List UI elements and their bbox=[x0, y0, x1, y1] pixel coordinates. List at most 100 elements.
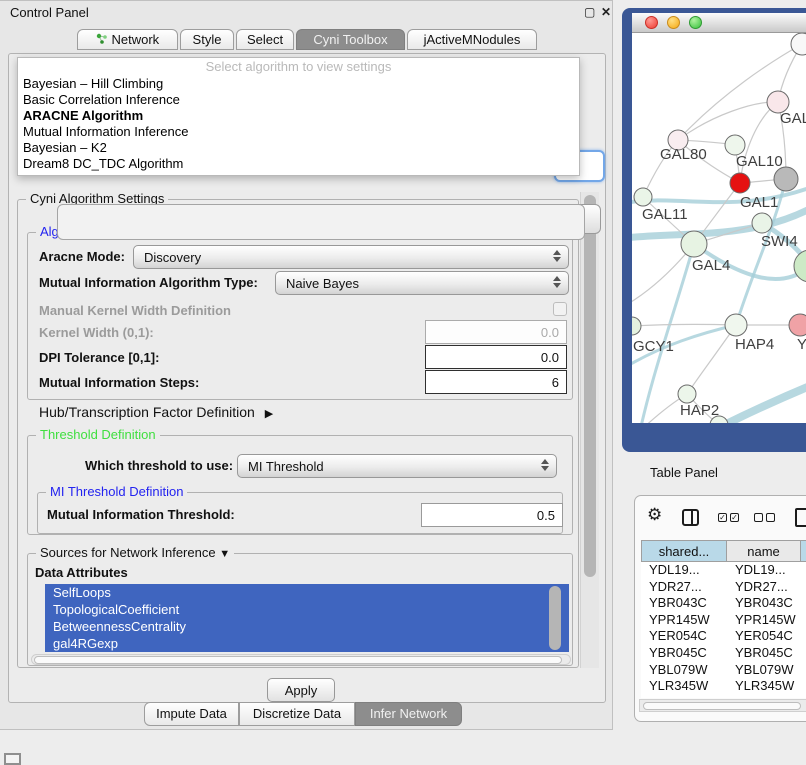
table-panel: ⚙ ✓ ✓ shared... name YDL19...YDL19...13Y… bbox=[634, 495, 806, 722]
tab-style[interactable]: Style bbox=[180, 29, 234, 50]
zoom-traffic-light[interactable] bbox=[689, 16, 702, 29]
tab-network[interactable]: Network bbox=[77, 29, 178, 50]
attribute-list-item[interactable]: SelfLoops bbox=[45, 584, 569, 601]
kernel-width-input[interactable]: 0.0 bbox=[425, 320, 567, 344]
deselect-all-icon2[interactable] bbox=[766, 513, 775, 522]
split-columns-icon[interactable] bbox=[682, 509, 699, 526]
table-cell: YIL052C bbox=[727, 695, 801, 698]
network-edge[interactable] bbox=[678, 102, 778, 140]
table-cell: YDR27... bbox=[641, 579, 727, 596]
tab-select[interactable]: Select bbox=[236, 29, 294, 50]
tab-cyni-toolbox[interactable]: Cyni Toolbox bbox=[296, 29, 405, 50]
table-row[interactable]: YLR345WYLR345W9. bbox=[641, 678, 806, 695]
select-all-icon[interactable]: ✓ bbox=[718, 513, 727, 522]
network-node-label: GAL80 bbox=[660, 146, 707, 163]
table-body[interactable]: YDL19...YDL19...13YDR27...YDR27...12YBR0… bbox=[641, 562, 806, 698]
network-node[interactable] bbox=[725, 135, 745, 155]
network-node[interactable] bbox=[730, 173, 750, 193]
network-node-label: GAL10 bbox=[736, 153, 783, 170]
data-attributes-label: Data Attributes bbox=[35, 565, 128, 580]
network-window-titlebar[interactable] bbox=[632, 13, 806, 33]
table-cell: YER054C bbox=[641, 628, 727, 645]
table-hscrollbar[interactable] bbox=[639, 699, 806, 712]
close-traffic-light[interactable] bbox=[645, 16, 658, 29]
dpi-tolerance-input[interactable]: 0.0 bbox=[425, 345, 567, 369]
table-row[interactable]: YER054CYER054C8. bbox=[641, 628, 806, 645]
gear-icon[interactable]: ⚙ bbox=[647, 505, 662, 525]
network-edge[interactable] bbox=[740, 102, 778, 183]
tab-discretize-data[interactable]: Discretize Data bbox=[239, 702, 355, 726]
combo-arrows-icon bbox=[541, 459, 549, 471]
data-attributes-list[interactable]: SelfLoopsTopologicalCoefficientBetweenne… bbox=[45, 584, 569, 652]
attribute-list-item[interactable]: TopologicalCoefficient bbox=[45, 601, 569, 618]
aracne-mode-select[interactable]: Discovery bbox=[133, 245, 569, 269]
algorithm-option[interactable]: Mutual Information Inference bbox=[18, 124, 579, 140]
mi-threshold-input[interactable]: 0.5 bbox=[421, 503, 563, 527]
algorithm-option[interactable]: Bayesian – Hill Climbing bbox=[18, 76, 579, 92]
table-panel-title: Table Panel bbox=[650, 465, 718, 480]
deselect-all-icon[interactable] bbox=[754, 513, 763, 522]
network-node[interactable] bbox=[774, 167, 798, 191]
attribute-list-item[interactable]: BetweennessCentrality bbox=[45, 618, 569, 635]
attributes-hscrollbar[interactable] bbox=[31, 654, 571, 665]
file-icon[interactable] bbox=[795, 508, 806, 527]
network-canvas[interactable]: GALGAL80GAL10GAL1GAL11SWI4GAL4GCY1HAP4YH… bbox=[632, 33, 806, 423]
table-row[interactable]: YIL052CYIL052C9 bbox=[641, 695, 806, 698]
network-icon bbox=[96, 33, 108, 45]
algorithm-option[interactable]: Dream8 DC_TDC Algorithm bbox=[18, 156, 579, 172]
hidden-combo[interactable] bbox=[57, 204, 585, 240]
hub-expander[interactable]: Hub/Transcription Factor Definition ▶ bbox=[39, 404, 273, 420]
algorithm-option[interactable]: Bayesian – K2 bbox=[18, 140, 579, 156]
network-node[interactable] bbox=[681, 231, 707, 257]
apply-button[interactable]: Apply bbox=[267, 678, 335, 702]
table-row[interactable]: YDR27...YDR27...12 bbox=[641, 579, 806, 596]
manual-kernel-checkbox[interactable] bbox=[553, 302, 567, 316]
dpi-tolerance-label: DPI Tolerance [0,1]: bbox=[39, 350, 159, 365]
panel-vscrollbar[interactable] bbox=[580, 192, 599, 668]
manual-kernel-label: Manual Kernel Width Definition bbox=[39, 303, 231, 318]
network-edge[interactable] bbox=[632, 324, 736, 326]
table-cell: 12 bbox=[801, 579, 806, 596]
table-row[interactable]: YBL079WYBL079W bbox=[641, 662, 806, 679]
network-node[interactable] bbox=[752, 213, 772, 233]
close-window-icon[interactable]: ✕ bbox=[601, 5, 611, 19]
minimize-traffic-light[interactable] bbox=[667, 16, 680, 29]
attributes-vscrollbar[interactable] bbox=[549, 586, 561, 650]
table-cell: YBR043C bbox=[727, 595, 801, 612]
floating-chip[interactable] bbox=[4, 753, 21, 765]
table-row[interactable]: YBR045CYBR045C9. bbox=[641, 645, 806, 662]
attribute-list-item[interactable]: gal4RGexp bbox=[45, 635, 569, 652]
mi-steps-input[interactable]: 6 bbox=[425, 370, 567, 394]
tab-impute-data[interactable]: Impute Data bbox=[144, 702, 239, 726]
table-row[interactable]: YDL19...YDL19...13 bbox=[641, 562, 806, 579]
table-row[interactable]: YBR043CYBR043C bbox=[641, 595, 806, 612]
algorithm-option[interactable]: Basic Correlation Inference bbox=[18, 92, 579, 108]
table-cell: 9 bbox=[801, 695, 806, 698]
algorithm-dropdown-popup: Select algorithm to view settings Bayesi… bbox=[17, 57, 580, 176]
algorithm-option[interactable]: ARACNE Algorithm bbox=[18, 108, 579, 124]
mi-algorithm-type-select[interactable]: Naive Bayes bbox=[275, 271, 569, 295]
network-node[interactable] bbox=[678, 385, 696, 403]
network-node[interactable] bbox=[632, 317, 641, 335]
network-edge[interactable] bbox=[712, 379, 806, 423]
network-node[interactable] bbox=[725, 314, 747, 336]
sources-title[interactable]: Sources for Network Inference ▼ bbox=[36, 545, 234, 560]
table-row[interactable]: YPR145WYPR145W9. bbox=[641, 612, 806, 629]
column-header-name[interactable]: name bbox=[727, 540, 801, 562]
column-header-partial[interactable] bbox=[801, 540, 806, 562]
tab-infer-network[interactable]: Infer Network bbox=[355, 702, 462, 726]
network-node[interactable] bbox=[791, 33, 806, 55]
kernel-width-label: Kernel Width (0,1): bbox=[39, 325, 154, 340]
network-node[interactable] bbox=[789, 314, 806, 336]
tab-jactivemnodules[interactable]: jActiveMNodules bbox=[407, 29, 537, 50]
network-node-label: GAL11 bbox=[642, 206, 688, 223]
network-node-label: GCY1 bbox=[633, 338, 674, 355]
float-window-icon[interactable]: ▢ bbox=[584, 5, 595, 19]
table-cell bbox=[801, 662, 806, 679]
which-threshold-select[interactable]: MI Threshold bbox=[237, 454, 557, 478]
network-node[interactable] bbox=[634, 188, 652, 206]
threshold-definition-title: Threshold Definition bbox=[36, 427, 160, 442]
column-header-shared[interactable]: shared... bbox=[641, 540, 727, 562]
select-all-icon2[interactable]: ✓ bbox=[730, 513, 739, 522]
network-node-label: GAL bbox=[780, 110, 806, 127]
